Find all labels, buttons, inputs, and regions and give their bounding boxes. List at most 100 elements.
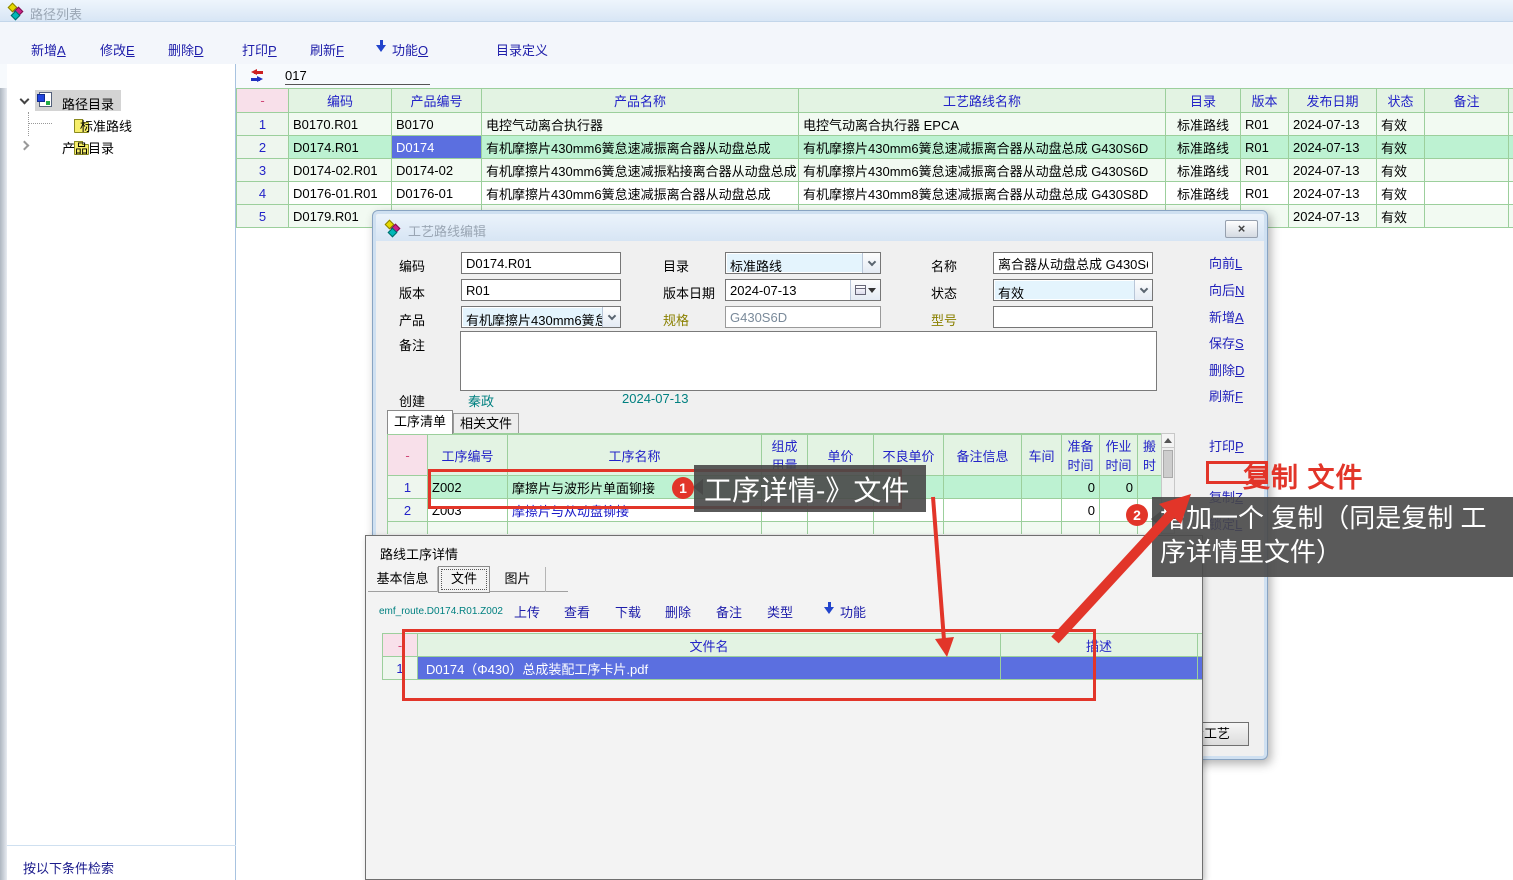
new-button[interactable]: 新增A [31,40,66,59]
print-button[interactable]: 打印P [242,40,277,59]
tab-basic-info[interactable]: 基本信息 [368,567,438,592]
annotation-copy-note: 复制 文件 [1243,456,1364,495]
route-catalog-icon [39,92,52,107]
download-button[interactable]: 下载 [615,602,641,621]
scrollbar-thumb[interactable] [1163,450,1173,478]
tree-collapse-icon[interactable] [20,141,30,151]
col-product-name: 产品名称 [482,89,799,113]
annotation-box-file-table [402,629,1096,701]
download-arrow-icon [824,602,835,615]
delete-button[interactable]: 删除D [1209,360,1244,379]
type-button[interactable]: 类型 [767,602,793,621]
main-toolbar: 新增A 修改E 删除D 打印P 刷新F 功能O 目录定义 [0,22,1513,64]
route-table-header: - 编码 产品编号 产品名称 工艺路线名称 目录 版本 发布日期 状态 备注 [237,89,1513,113]
sidebar-item-standard-route[interactable]: 标准路线 [80,116,132,135]
print-button[interactable]: 打印P [1209,436,1244,455]
table-row[interactable]: 3 D0174-02.R01 D0174-02 有机摩擦片430mm6簧怠速减振… [237,159,1513,182]
upload-button[interactable]: 上传 [514,602,540,621]
backward-button[interactable]: 向后N [1209,280,1244,299]
spec-field[interactable] [725,306,881,328]
window-title: 路径列表 [30,4,82,23]
swap-filter-icon[interactable] [248,69,267,82]
forward-button[interactable]: 向前L [1209,253,1242,272]
table-row-selected[interactable]: 2 D0174.R01 D0174 有机摩擦片430mm6簧怠速减振离合器从动盘… [237,136,1513,159]
creator-date: 2024-07-13 [622,391,689,406]
annotation-tooltip-1: 工序详情-》文件 [694,465,926,512]
route-process-detail-dialog: 路线工序详情 基本信息 文件 图片 emf_route.D0174.R01.Z0… [365,535,1203,880]
table-row[interactable] [388,522,1162,535]
main-titlebar: 路径列表 [0,0,1513,22]
route-table: - 编码 产品编号 产品名称 工艺路线名称 目录 版本 发布日期 状态 备注 1… [236,88,1513,228]
remark-field[interactable] [460,331,1157,391]
annotation-badge-2: 2 [1126,504,1148,526]
detail-tabstrip: 基本信息 文件 图片 [368,566,568,592]
delete-button[interactable]: 删除 [665,602,691,621]
detail-dialog-title: 路线工序详情 [380,544,458,563]
annotation-badge-1: 1 [672,477,694,499]
chevron-down-icon[interactable] [602,307,620,327]
col-product-code: 产品编号 [392,89,482,113]
col-remark: 备注 [1425,89,1509,113]
catalog-label: 目录 [663,256,689,275]
window-left-edge [0,0,7,880]
table-row[interactable]: 1 B0170.R01 B0170 电控气动离合执行器 电控气动离合执行器 EP… [237,113,1513,136]
save-button[interactable]: 保存S [1209,333,1244,352]
tab-process-list[interactable]: 工序清单 [387,410,453,434]
refresh-button[interactable]: 刷新F [310,40,344,59]
function-menu[interactable]: 功能 [840,602,866,621]
tree-connector [28,123,52,124]
product-label: 产品 [399,310,425,329]
name-label: 名称 [931,256,957,275]
model-field[interactable] [993,306,1153,328]
dialog-title: 工艺路线编辑 [408,221,486,240]
dialog-icon [385,220,401,236]
version-date-picker[interactable]: 2024-07-13 [725,279,881,301]
sidebar: 路径目录 标准路线 产品目录 按以下条件检索 [7,64,236,880]
filter-input[interactable] [285,66,430,85]
tree-connector [28,112,29,136]
close-icon[interactable]: × [1225,220,1258,238]
function-menu[interactable]: 功能O [392,40,428,59]
download-arrow-icon [376,40,387,53]
annotation-tooltip-2: 增加一个 复制（同是复制 工序详情里文件） [1152,497,1513,577]
chevron-down-icon[interactable] [862,253,880,273]
col-num: - [237,89,289,113]
dialog-titlebar: 工艺路线编辑 [376,214,1264,241]
sidebar-item-product-catalog[interactable]: 产品目录 [62,138,114,157]
catalog-define-button[interactable]: 目录定义 [496,40,548,59]
version-date-label: 版本日期 [663,283,715,302]
edit-button[interactable]: 修改E [100,40,135,59]
remark-button[interactable]: 备注 [716,602,742,621]
version-field[interactable] [461,279,621,301]
calendar-icon[interactable] [850,280,880,300]
col-version: 版本 [1241,89,1289,113]
chevron-down-icon[interactable] [1134,280,1152,300]
col-partial [1509,89,1513,113]
search-condition-hint[interactable]: 按以下条件检索 [23,858,114,877]
creator-label: 创建 [399,391,425,410]
product-select[interactable]: 有机摩擦片430mm6簧怠速 [461,306,621,328]
code-label: 编码 [399,256,425,275]
scroll-up-icon[interactable] [1162,434,1174,448]
status-label: 状态 [931,283,957,302]
col-code: 编码 [289,89,392,113]
view-button[interactable]: 查看 [564,602,590,621]
catalog-select[interactable]: 标准路线 [725,252,881,274]
tree-expand-icon[interactable] [20,95,30,105]
creator-name: 秦政 [468,391,494,410]
add-button[interactable]: 新增A [1209,307,1244,326]
table-row[interactable]: 4 D0176-01.R01 D0176-01 有机摩擦片430mm6簧怠速减振… [237,182,1513,205]
delete-button[interactable]: 删除D [168,40,203,59]
status-select[interactable]: 有效 [993,279,1153,301]
refresh-button[interactable]: 刷新F [1209,386,1243,405]
tab-files[interactable]: 文件 [438,566,490,593]
name-field[interactable] [993,252,1153,274]
tab-related-files[interactable]: 相关文件 [453,413,519,434]
col-catalog: 目录 [1166,89,1241,113]
code-field[interactable] [461,252,621,274]
sidebar-item-route-catalog[interactable]: 路径目录 [62,94,114,113]
selected-cell[interactable]: D0174 [392,136,482,159]
tab-images[interactable]: 图片 [490,567,546,592]
col-route-name: 工艺路线名称 [799,89,1166,113]
col-status: 状态 [1377,89,1425,113]
